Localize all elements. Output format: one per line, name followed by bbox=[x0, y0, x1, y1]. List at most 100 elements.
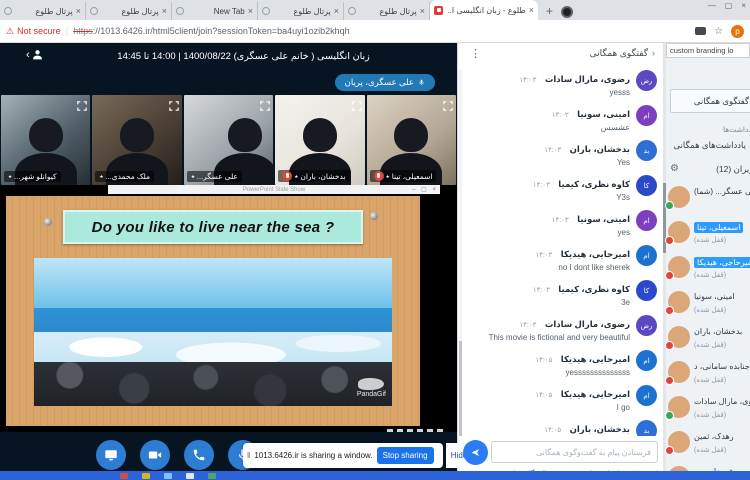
send-message-button[interactable]: ➤ bbox=[463, 440, 488, 465]
chevron-icon[interactable]: ‹ bbox=[652, 48, 655, 59]
message-time: ۱۴:۰۳ bbox=[519, 322, 536, 329]
browser-tab[interactable]: پرتال طلوع × bbox=[86, 2, 172, 20]
active-tab-favicon bbox=[434, 6, 443, 15]
avatar: رض bbox=[636, 70, 657, 91]
os-taskbar[interactable] bbox=[0, 471, 750, 480]
webcam-tile[interactable]: ٭ بدخشان، باران bbox=[275, 95, 364, 185]
webcam-name-label: ٭ اسمعیلی، تینا bbox=[370, 170, 437, 182]
message-time: ۱۴:۰۳ bbox=[533, 287, 550, 294]
fullscreen-icon[interactable] bbox=[77, 98, 87, 116]
tab-close-icon[interactable]: × bbox=[248, 7, 253, 16]
tab-close-icon[interactable]: × bbox=[334, 7, 339, 16]
user-list-item[interactable]: علی عسگر... (شما) bbox=[663, 183, 750, 218]
message-time: ۱۴:۰۵ bbox=[535, 392, 552, 399]
user-status-badge bbox=[665, 376, 674, 385]
user-lock-status: (قفل شده) bbox=[694, 446, 726, 454]
close-button[interactable]: × bbox=[741, 1, 746, 10]
message-sender: امیرحایی، هیدیکا bbox=[561, 389, 630, 399]
browser-profile-avatar[interactable]: p bbox=[731, 25, 744, 38]
active-browser-tab[interactable]: طلوع - زبان انگلیسی ا.. × bbox=[430, 0, 538, 20]
webcam-tile[interactable]: ٭ اسمعیلی، تینا bbox=[367, 95, 456, 185]
seal-logo bbox=[358, 378, 384, 390]
camera-button[interactable] bbox=[140, 440, 170, 470]
webcam-name-label: ٭ بدخشان، باران bbox=[278, 170, 349, 182]
media-cast-icon[interactable] bbox=[695, 27, 706, 35]
browser-circle-icon[interactable] bbox=[561, 6, 573, 18]
chat-scrollbar[interactable] bbox=[459, 69, 462, 436]
message-time: ۱۴:۰۵ bbox=[544, 427, 561, 434]
user-lock-status: (قفل شده) bbox=[694, 341, 726, 349]
tab-close-icon[interactable]: × bbox=[162, 7, 167, 16]
user-list-item[interactable]: رهدک، ثمین (قفل شده) bbox=[663, 428, 750, 463]
user-status-badge bbox=[665, 271, 674, 280]
user-list-item[interactable]: بدخشان، باران (قفل شده) bbox=[663, 323, 750, 358]
new-tab-button[interactable]: + bbox=[546, 4, 553, 18]
stop-sharing-button[interactable]: Stop sharing bbox=[377, 447, 434, 464]
message-text: yes bbox=[466, 228, 630, 237]
user-list-item[interactable]: اسمعیلی، تینا (قفل شده) bbox=[663, 218, 750, 253]
message-sender: رضوی، مارال سادات bbox=[545, 74, 630, 84]
taskbar-icon[interactable] bbox=[186, 473, 194, 479]
message-text: no I dont like sherek bbox=[466, 263, 630, 272]
screenshare-button[interactable] bbox=[96, 440, 126, 470]
user-list-item[interactable]: میرحاجی، هیدیکا (قفل شده) bbox=[663, 253, 750, 288]
webcam-tile[interactable]: ٭ ملک محمدی... bbox=[92, 95, 181, 185]
taskbar-icon[interactable] bbox=[142, 473, 150, 479]
share-notice-text: 1013.6426.ir is sharing a window. bbox=[254, 451, 372, 460]
tab-close-icon[interactable]: × bbox=[420, 7, 425, 16]
fullscreen-icon[interactable] bbox=[260, 98, 270, 116]
gear-icon[interactable]: ⚙ bbox=[670, 163, 679, 174]
globe-favicon bbox=[90, 7, 98, 15]
address-bar[interactable]: ⚠ Not secure | https://1013.6426.ir/html… bbox=[0, 20, 750, 43]
user-list-item[interactable]: رضوی، مارال سادات (قفل شده) bbox=[663, 393, 750, 428]
participants-icon[interactable]: ‹ bbox=[26, 48, 44, 61]
star-icon: ٭ bbox=[8, 172, 12, 181]
chat-message-input[interactable] bbox=[491, 441, 658, 463]
webcam-tile[interactable]: ٭ کیوانلو شهر... bbox=[1, 95, 90, 185]
user-list-item[interactable]: جنابده سامانی، د... (قفل شده) bbox=[663, 358, 750, 393]
browser-tab[interactable]: پرتال طلوع × bbox=[0, 2, 86, 20]
user-status-badge bbox=[665, 306, 674, 315]
phone-button[interactable] bbox=[184, 440, 214, 470]
chevron-left-icon: ‹ bbox=[26, 49, 30, 61]
chat-options-icon[interactable]: ⋮ bbox=[470, 47, 481, 60]
tab-title: پرتال طلوع bbox=[101, 7, 159, 16]
taskbar-icon[interactable] bbox=[164, 473, 172, 479]
webcam-name-label: ٭ کیوانلو شهر... bbox=[4, 171, 61, 182]
bookmark-star-icon[interactable]: ☆ bbox=[714, 26, 723, 37]
chat-message: رض رضوی، مارال سادات ۱۴:۰۳ This movie is… bbox=[466, 314, 657, 342]
talking-user-name: علی عسگری، پریان bbox=[345, 77, 414, 88]
fullscreen-icon[interactable] bbox=[443, 98, 453, 116]
fullscreen-icon[interactable] bbox=[352, 98, 362, 116]
chat-message-list: رض رضوی، مارال سادات ۱۴:۰۳ yesss ام امین… bbox=[466, 69, 657, 436]
avatar: رض bbox=[636, 315, 657, 336]
webcam-tile[interactable]: ٭ علی عسگر... bbox=[184, 95, 273, 185]
minimize-button[interactable]: — bbox=[708, 1, 716, 10]
window-controls: — ▢ × bbox=[708, 1, 746, 10]
shared-window-titlebar: PowerPoint Slide Show – ▢ × bbox=[108, 185, 440, 194]
user-status-badge bbox=[665, 411, 674, 420]
tab-close-icon[interactable]: × bbox=[529, 6, 534, 15]
talking-indicator-pill[interactable]: علی عسگری، پریان bbox=[335, 74, 435, 91]
globe-favicon bbox=[176, 7, 184, 15]
fullscreen-icon[interactable] bbox=[169, 98, 179, 116]
user-lock-status: (قفل شده) bbox=[694, 411, 726, 419]
chat-message: ام امیرحایی، هیدیکا ۱۴:۰۳ no I dont like… bbox=[466, 244, 657, 272]
message-sender: رضوی، مارال سادات bbox=[545, 319, 630, 329]
tab-close-icon[interactable]: × bbox=[76, 7, 81, 16]
sidebar-item-shared-notes[interactable]: یادداشت‌های همگانی bbox=[673, 140, 746, 151]
browser-tab[interactable]: New Tab × bbox=[172, 2, 258, 20]
user-list-item[interactable]: امینی، سونیا (قفل شده) bbox=[663, 288, 750, 323]
url-rest: ://1013.6426.ir/html5client/join?session… bbox=[93, 26, 350, 36]
taskbar-icon[interactable] bbox=[120, 473, 128, 479]
avatar: بد bbox=[636, 140, 657, 161]
sea-photo: PandaGif bbox=[34, 258, 392, 406]
chat-header: ⋮ ‹ گفتگوی همگانی bbox=[458, 43, 663, 65]
page-url: https://1013.6426.ir/html5client/join?se… bbox=[73, 26, 689, 36]
browser-tab[interactable]: پرتال طلوع × bbox=[258, 2, 344, 20]
maximize-button[interactable]: ▢ bbox=[725, 1, 733, 10]
taskbar-icon[interactable] bbox=[208, 473, 216, 479]
sidebar-item-public-chat[interactable]: گفتگوی همگانی bbox=[670, 89, 750, 113]
tab-title: New Tab bbox=[187, 7, 245, 16]
browser-tab[interactable]: پرتال طلوع × bbox=[344, 2, 430, 20]
